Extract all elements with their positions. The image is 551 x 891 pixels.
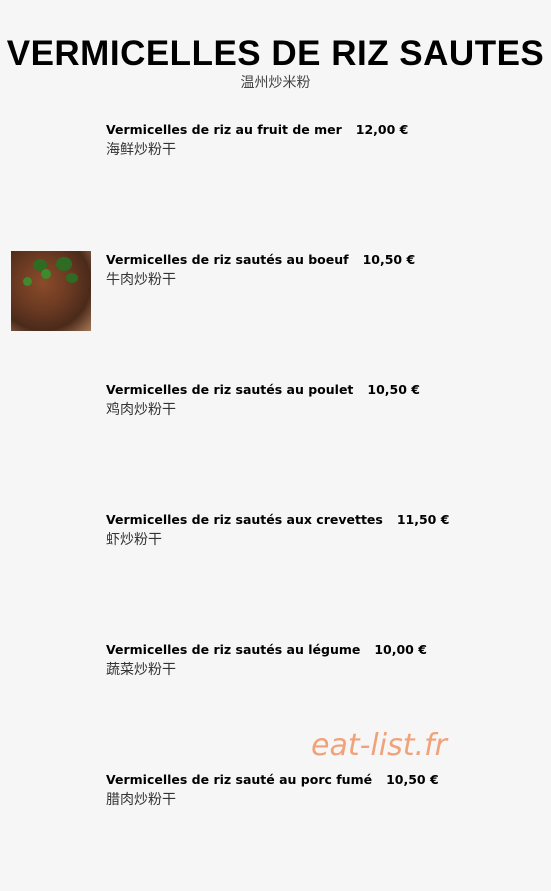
item-price: 11,50 € — [396, 512, 450, 527]
menu-item[interactable]: Vermicelles de riz sautés aux crevettes 1… — [106, 512, 449, 549]
page-subtitle: 温州炒米粉 — [240, 75, 311, 91]
watermark: eat-list.fr — [311, 728, 447, 763]
item-chinese-name: 蔬菜炒粉干 — [106, 662, 176, 678]
item-name: Vermicelles de riz sautés aux crevettes — [106, 512, 383, 527]
menu-item[interactable]: Vermicelles de riz sautés au légume 10,00… — [106, 642, 427, 679]
item-name: Vermicelles de riz sautés au boeuf — [106, 252, 349, 267]
page-title: VERMICELLES DE RIZ SAUTES — [6, 34, 545, 73]
menu-item[interactable]: Vermicelles de riz sauté au porc fumé 10,… — [106, 772, 439, 809]
item-name: Vermicelles de riz sautés au légume — [106, 642, 361, 657]
item-chinese-name: 海鲜炒粉干 — [106, 142, 176, 158]
item-price: 10,50 € — [386, 772, 439, 787]
item-price: 10,50 € — [367, 382, 420, 397]
item-name: Vermicelles de riz sauté au porc fumé — [106, 772, 373, 787]
dish-photo[interactable] — [11, 251, 91, 331]
item-chinese-name: 牛肉炒粉干 — [106, 272, 176, 288]
item-price: 10,00 € — [374, 642, 427, 657]
item-price: 12,00 € — [355, 122, 409, 137]
item-price: 10,50 € — [362, 252, 416, 267]
menu-item[interactable]: Vermicelles de riz au fruit de mer 12,00 … — [106, 122, 408, 159]
item-chinese-name: 虾炒粉干 — [106, 532, 162, 548]
item-chinese-name: 鸡肉炒粉干 — [106, 402, 176, 418]
menu-item[interactable]: Vermicelles de riz sautés au boeuf 10,50 … — [106, 252, 415, 289]
item-name: Vermicelles de riz sautés au poulet — [106, 382, 354, 397]
menu-item[interactable]: Vermicelles de riz sautés au poulet 10,50… — [106, 382, 420, 419]
item-chinese-name: 腊肉炒粉干 — [106, 792, 176, 808]
item-name: Vermicelles de riz au fruit de mer — [106, 122, 342, 137]
